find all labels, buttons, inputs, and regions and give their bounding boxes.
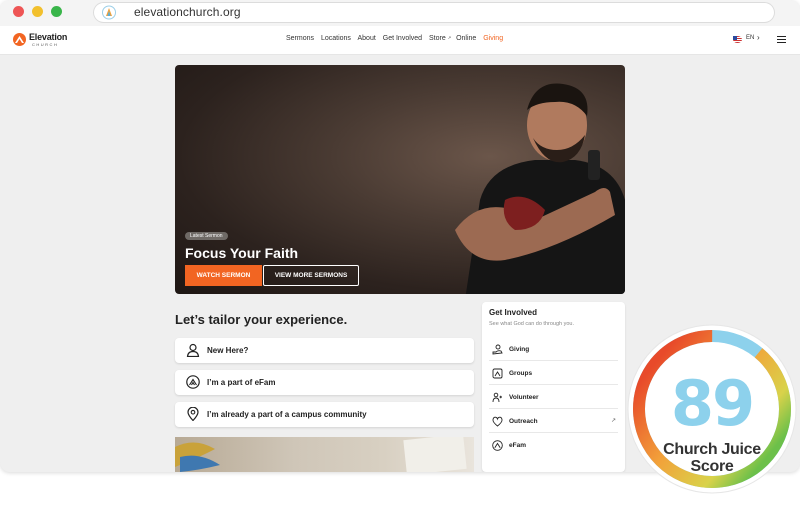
logo-subtext: CHURCH — [32, 42, 59, 47]
church-juice-score-badge: 89 Church Juice Score — [626, 323, 798, 495]
preacher-photo — [455, 83, 625, 294]
browser-toolbar: elevationchurch.org — [0, 0, 800, 26]
menu-icon[interactable] — [777, 36, 786, 44]
option-efam[interactable]: I’m a part of eFam — [175, 370, 474, 395]
panel-subtitle: See what God can do through you. — [489, 321, 575, 327]
involved-label: Outreach — [509, 418, 538, 425]
option-label: I’m already a part of a campus community — [207, 410, 367, 419]
involved-label: eFam — [509, 442, 526, 449]
involved-item-giving[interactable]: Giving — [489, 337, 618, 361]
score-label-line1: Church Juice — [663, 441, 761, 458]
logo-wordmark: Elevation — [29, 32, 68, 42]
nav-giving[interactable]: Giving — [483, 35, 503, 42]
involved-item-efam[interactable]: eFam — [489, 433, 618, 457]
site-header: Elevation CHURCH Sermons Locations About… — [0, 26, 800, 55]
nav-online[interactable]: Online — [456, 35, 476, 42]
option-label: I’m a part of eFam — [207, 378, 276, 387]
minimize-window-button[interactable] — [32, 6, 43, 17]
involved-label: Groups — [509, 370, 533, 377]
score-value: 89 — [670, 367, 755, 440]
involved-item-volunteer[interactable]: Volunteer — [489, 385, 618, 409]
main-nav: Sermons Locations About Get Involved Sto… — [286, 35, 508, 42]
volunteer-icon — [492, 392, 502, 403]
scripture-paper — [403, 437, 467, 472]
elevation-icon — [186, 375, 200, 389]
nav-store[interactable]: Store — [429, 35, 446, 42]
sermon-title: Focus Your Faith — [185, 245, 299, 261]
url-text: elevationchurch.org — [134, 5, 241, 19]
site-favicon-icon — [102, 5, 116, 20]
language-selector[interactable]: EN — [746, 35, 754, 41]
view-more-sermons-button[interactable]: VIEW MORE SERMONS — [263, 265, 359, 286]
giving-hand-icon — [492, 344, 503, 355]
latest-sermon-badge: Latest Sermon — [185, 232, 228, 240]
score-label: Church Juice Score — [626, 441, 798, 475]
involved-item-outreach[interactable]: Outreach ↗ — [489, 409, 618, 433]
us-flag-icon — [733, 36, 742, 43]
nav-locations[interactable]: Locations — [321, 35, 351, 42]
involved-label: Giving — [509, 346, 530, 353]
close-window-button[interactable] — [13, 6, 24, 17]
person-icon — [186, 343, 200, 357]
chevron-right-icon: › — [757, 33, 760, 42]
maximize-window-button[interactable] — [51, 6, 62, 17]
groups-icon — [492, 368, 503, 379]
nav-about[interactable]: About — [358, 35, 376, 42]
option-new-here[interactable]: New Here? — [175, 338, 474, 363]
hero-banner[interactable]: Latest Sermon Focus Your Faith WATCH SER… — [175, 65, 625, 294]
watch-sermon-button[interactable]: WATCH SERMON — [185, 265, 262, 286]
address-bar[interactable]: elevationchurch.org — [93, 2, 775, 23]
nav-sermons[interactable]: Sermons — [286, 35, 314, 42]
option-label: New Here? — [207, 346, 249, 355]
decorative-leaves — [175, 442, 220, 472]
get-involved-panel: Get Involved See what God can do through… — [482, 302, 625, 472]
nav-get-involved[interactable]: Get Involved — [383, 35, 422, 42]
option-campus[interactable]: I’m already a part of a campus community — [175, 402, 474, 427]
location-pin-icon — [187, 407, 199, 421]
heart-icon — [492, 416, 503, 427]
involved-label: Volunteer — [509, 394, 539, 401]
external-link-icon: ↗ — [447, 35, 452, 40]
panel-title: Get Involved — [489, 308, 538, 317]
collage-photo — [175, 437, 474, 472]
score-label-line2: Score — [690, 458, 734, 475]
elevation-icon — [492, 440, 503, 451]
elevation-logo-icon — [13, 33, 26, 46]
tailor-heading: Let’s tailor your experience. — [175, 312, 348, 327]
external-link-icon: ↗ — [610, 418, 616, 424]
involved-item-groups[interactable]: Groups — [489, 361, 618, 385]
